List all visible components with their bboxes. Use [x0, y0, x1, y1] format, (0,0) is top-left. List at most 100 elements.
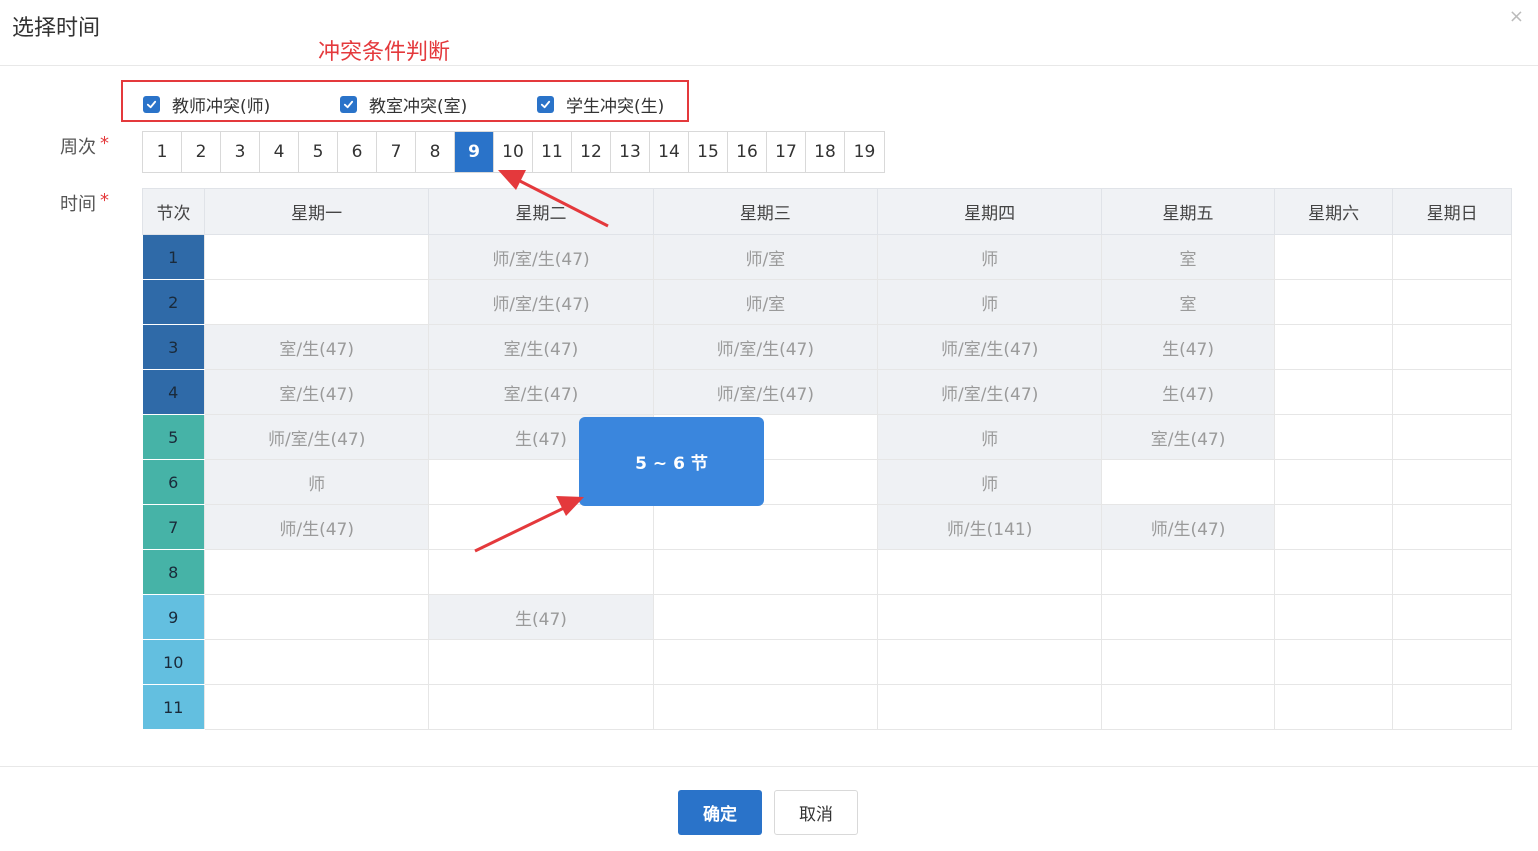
- time-slot-cell[interactable]: [1392, 324, 1512, 370]
- time-slot-cell[interactable]: [428, 549, 654, 595]
- time-slot-cell[interactable]: 师/生(47): [1101, 504, 1275, 550]
- time-slot-cell[interactable]: [1392, 414, 1512, 460]
- checkbox-checked-icon[interactable]: [340, 96, 357, 113]
- time-slot-cell[interactable]: [876, 639, 1103, 685]
- time-slot-cell[interactable]: [1101, 639, 1275, 685]
- week-item-10[interactable]: 10: [494, 132, 533, 172]
- time-slot-cell[interactable]: 室: [1101, 279, 1275, 325]
- time-slot-cell[interactable]: 师: [876, 414, 1103, 460]
- time-slot-cell[interactable]: [1392, 594, 1512, 640]
- confirm-button[interactable]: 确定: [678, 790, 762, 835]
- time-slot-cell[interactable]: [1273, 504, 1394, 550]
- time-slot-cell[interactable]: [652, 549, 878, 595]
- time-slot-cell[interactable]: [1392, 549, 1512, 595]
- checkbox-checked-icon[interactable]: [143, 96, 160, 113]
- time-slot-cell[interactable]: [1101, 594, 1275, 640]
- time-slot-cell[interactable]: [652, 684, 878, 730]
- week-item-12[interactable]: 12: [572, 132, 611, 172]
- time-slot-cell[interactable]: [876, 594, 1103, 640]
- time-slot-cell[interactable]: [652, 504, 878, 550]
- time-slot-cell[interactable]: [203, 234, 430, 280]
- time-slot-cell[interactable]: 室: [1101, 234, 1275, 280]
- week-item-8[interactable]: 8: [416, 132, 455, 172]
- time-slot-cell[interactable]: 师/室/生(47): [652, 369, 878, 415]
- classroom-conflict-checkbox[interactable]: 教室冲突(室): [340, 92, 467, 117]
- time-slot-cell[interactable]: [203, 639, 430, 685]
- week-item-9[interactable]: 9: [455, 132, 494, 172]
- cancel-button[interactable]: 取消: [774, 790, 858, 835]
- time-slot-cell[interactable]: 师/室/生(47): [428, 234, 654, 280]
- time-slot-cell[interactable]: 师: [876, 279, 1103, 325]
- week-item-4[interactable]: 4: [260, 132, 299, 172]
- time-slot-cell[interactable]: [1273, 459, 1394, 505]
- selected-time-block[interactable]: 5 ~ 6 节: [579, 417, 764, 506]
- time-slot-cell[interactable]: [428, 639, 654, 685]
- time-slot-cell[interactable]: [1273, 414, 1394, 460]
- week-item-19[interactable]: 19: [845, 132, 884, 172]
- time-slot-cell[interactable]: [1273, 639, 1394, 685]
- week-item-11[interactable]: 11: [533, 132, 572, 172]
- time-slot-cell[interactable]: [1101, 549, 1275, 595]
- time-slot-cell[interactable]: 师/室: [652, 234, 878, 280]
- time-slot-cell[interactable]: [1273, 279, 1394, 325]
- week-item-5[interactable]: 5: [299, 132, 338, 172]
- week-item-16[interactable]: 16: [728, 132, 767, 172]
- week-item-1[interactable]: 1: [143, 132, 182, 172]
- time-slot-cell[interactable]: [1392, 639, 1512, 685]
- time-slot-cell[interactable]: [1392, 504, 1512, 550]
- time-slot-cell[interactable]: [876, 549, 1103, 595]
- time-slot-cell[interactable]: [652, 594, 878, 640]
- time-slot-cell[interactable]: [203, 549, 430, 595]
- time-slot-cell[interactable]: 生(47): [1101, 324, 1275, 370]
- time-slot-cell[interactable]: 师/室/生(47): [652, 324, 878, 370]
- time-slot-cell[interactable]: [1273, 594, 1394, 640]
- time-slot-cell[interactable]: 师: [876, 234, 1103, 280]
- time-slot-cell[interactable]: 师: [203, 459, 430, 505]
- time-slot-cell[interactable]: [1273, 684, 1394, 730]
- time-slot-cell[interactable]: 师/室/生(47): [203, 414, 430, 460]
- time-slot-cell[interactable]: [652, 639, 878, 685]
- week-item-3[interactable]: 3: [221, 132, 260, 172]
- time-slot-cell[interactable]: [1101, 684, 1275, 730]
- time-slot-cell[interactable]: [203, 279, 430, 325]
- week-item-15[interactable]: 15: [689, 132, 728, 172]
- time-slot-cell[interactable]: 师/室: [652, 279, 878, 325]
- time-slot-cell[interactable]: [1392, 369, 1512, 415]
- time-slot-cell[interactable]: 师/室/生(47): [876, 324, 1103, 370]
- time-slot-cell[interactable]: 室/生(47): [203, 369, 430, 415]
- time-slot-cell[interactable]: [203, 594, 430, 640]
- week-item-7[interactable]: 7: [377, 132, 416, 172]
- week-item-14[interactable]: 14: [650, 132, 689, 172]
- time-slot-cell[interactable]: 室/生(47): [428, 369, 654, 415]
- time-slot-cell[interactable]: [1392, 684, 1512, 730]
- week-item-17[interactable]: 17: [767, 132, 806, 172]
- time-slot-cell[interactable]: [1273, 549, 1394, 595]
- week-item-6[interactable]: 6: [338, 132, 377, 172]
- week-item-18[interactable]: 18: [806, 132, 845, 172]
- time-slot-cell[interactable]: [428, 684, 654, 730]
- time-slot-cell[interactable]: 师/生(47): [203, 504, 430, 550]
- time-slot-cell[interactable]: [1392, 459, 1512, 505]
- time-slot-cell[interactable]: 师/生(141): [876, 504, 1103, 550]
- week-item-13[interactable]: 13: [611, 132, 650, 172]
- time-slot-cell[interactable]: [1392, 279, 1512, 325]
- time-slot-cell[interactable]: 室/生(47): [1101, 414, 1275, 460]
- time-slot-cell[interactable]: 师/室/生(47): [876, 369, 1103, 415]
- time-slot-cell[interactable]: [1273, 324, 1394, 370]
- time-slot-cell[interactable]: 生(47): [1101, 369, 1275, 415]
- checkbox-checked-icon[interactable]: [537, 96, 554, 113]
- time-slot-cell[interactable]: 生(47): [428, 594, 654, 640]
- time-slot-cell[interactable]: [203, 684, 430, 730]
- time-slot-cell[interactable]: 师: [876, 459, 1103, 505]
- student-conflict-checkbox[interactable]: 学生冲突(生): [537, 92, 664, 117]
- close-icon[interactable]: ×: [1509, 6, 1524, 27]
- time-slot-cell[interactable]: [876, 684, 1103, 730]
- time-slot-cell[interactable]: [1273, 234, 1394, 280]
- time-slot-cell[interactable]: [1101, 459, 1275, 505]
- time-slot-cell[interactable]: [1392, 234, 1512, 280]
- time-slot-cell[interactable]: 室/生(47): [428, 324, 654, 370]
- week-item-2[interactable]: 2: [182, 132, 221, 172]
- time-slot-cell[interactable]: [428, 504, 654, 550]
- time-slot-cell[interactable]: 师/室/生(47): [428, 279, 654, 325]
- teacher-conflict-checkbox[interactable]: 教师冲突(师): [143, 92, 270, 117]
